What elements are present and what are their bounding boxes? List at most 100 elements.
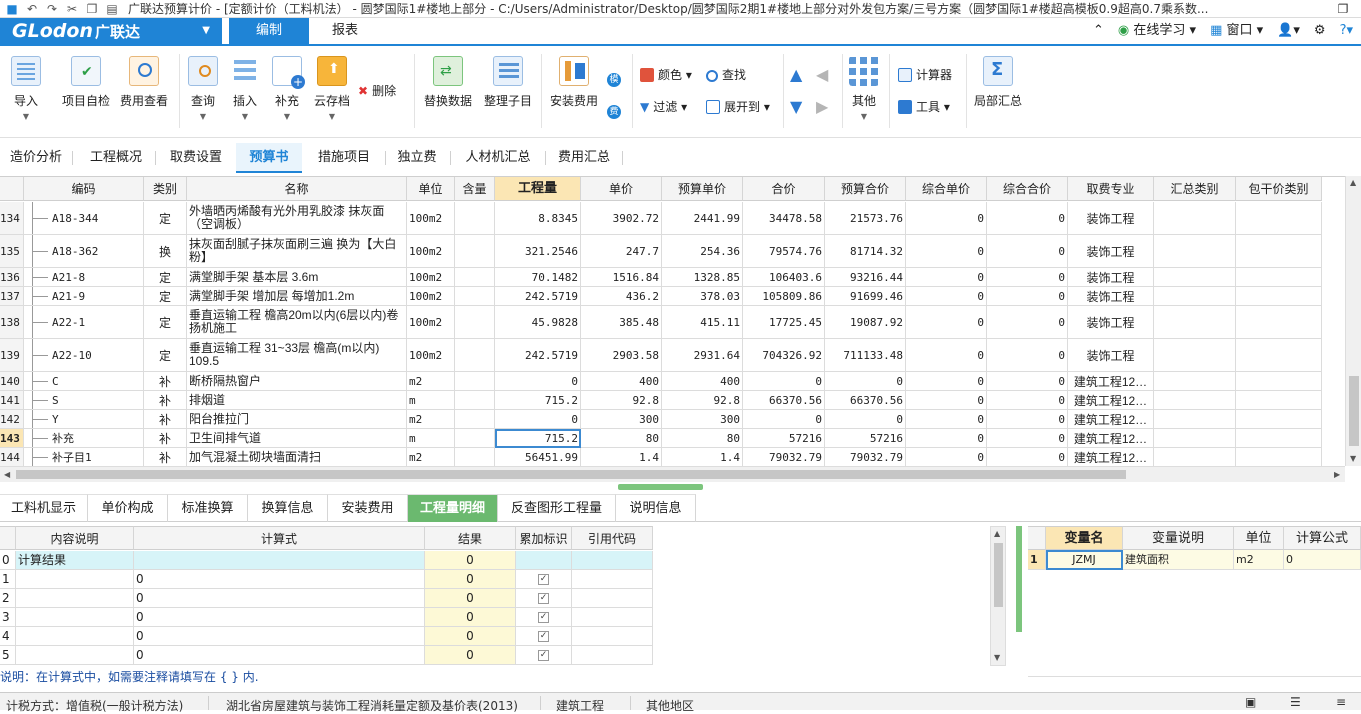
cell-comp-unit-price[interactable]: 0 <box>906 410 987 429</box>
cell-fee-discipline[interactable]: 建筑工程12… <box>1068 372 1154 391</box>
cell-content[interactable] <box>455 429 495 448</box>
cell-quantity[interactable]: 8.8345 <box>495 202 581 235</box>
filter-button[interactable]: ▼ 过滤 ▾ <box>640 98 687 116</box>
query-button[interactable]: 查询 ▼ <box>184 56 222 121</box>
grid-header-comp-total[interactable]: 综合合价 <box>987 177 1068 201</box>
tools-button[interactable]: 工具 ▾ <box>898 98 950 116</box>
cloud-archive-button[interactable]: ⬆ 云存档 ▼ <box>310 56 354 121</box>
cell-budget-unit-price[interactable]: 254.36 <box>662 235 743 268</box>
cell-code[interactable]: S <box>24 391 144 410</box>
detail-cell-result[interactable]: 0 <box>425 551 516 570</box>
cell-total[interactable]: 79032.79 <box>743 448 825 466</box>
cell-budget-unit-price[interactable]: 378.03 <box>662 287 743 306</box>
cell-comp-unit-price[interactable]: 0 <box>906 372 987 391</box>
detail-cell-content-desc[interactable]: 计算结果 <box>16 551 134 570</box>
cell-budget-unit-price[interactable]: 1.4 <box>662 448 743 466</box>
cell-comp-unit-price[interactable]: 0 <box>906 202 987 235</box>
cell-unit[interactable]: 100m2 <box>407 306 455 339</box>
color-button[interactable]: 颜色 ▾ <box>640 66 692 84</box>
cell-name[interactable]: 外墙晒丙烯酸有光外用乳胶漆 抹灰面（空调板） <box>187 202 407 235</box>
detail-cell-ref-code[interactable] <box>572 589 653 608</box>
cell-unit-price[interactable]: 400 <box>581 372 662 391</box>
detail-cell-formula[interactable]: 0 <box>134 646 425 665</box>
scroll-thumb[interactable] <box>1349 376 1359 446</box>
cell-category[interactable]: 补 <box>144 429 187 448</box>
detail-header-formula[interactable]: 计算式 <box>134 526 425 550</box>
window-menu-button[interactable]: ▦ 窗口 ▾ <box>1210 18 1263 44</box>
cell-quantity[interactable]: 242.5719 <box>495 339 581 372</box>
cell-fee-discipline[interactable]: 装饰工程 <box>1068 202 1154 235</box>
cell-total[interactable]: 106403.6 <box>743 268 825 287</box>
restore-icon[interactable]: ❐ <box>1325 2 1361 16</box>
grid-header-fee-discipline[interactable]: 取费专业 <box>1068 177 1154 201</box>
cell-budget-total[interactable]: 91699.46 <box>825 287 906 306</box>
detail-cell-accumulate-flag[interactable]: ✓ <box>516 608 572 627</box>
scroll-down-icon[interactable]: ▼ <box>1350 454 1356 463</box>
cell-fee-discipline[interactable]: 装饰工程 <box>1068 268 1154 287</box>
tab-budget[interactable]: 预算书 <box>236 143 302 173</box>
scroll-up-icon[interactable]: ▲ <box>1350 178 1356 187</box>
cell-blank[interactable] <box>1236 448 1322 466</box>
cell-name[interactable]: 垂直运输工程 31~33层 檐高(m以内) 109.5 <box>187 339 407 372</box>
cell-comp-unit-price[interactable]: 0 <box>906 429 987 448</box>
cell-code[interactable]: A18-344 <box>24 202 144 235</box>
detail-cell-content-desc[interactable] <box>16 646 134 665</box>
cell-content[interactable] <box>455 287 495 306</box>
detail-header-content-desc[interactable]: 内容说明 <box>16 526 134 550</box>
cell-budget-unit-price[interactable]: 415.11 <box>662 306 743 339</box>
cell-content[interactable] <box>455 235 495 268</box>
cell-unit-price[interactable]: 385.48 <box>581 306 662 339</box>
cell-total[interactable]: 66370.56 <box>743 391 825 410</box>
tab-reverse-lookup[interactable]: 反查图形工程量 <box>498 494 616 522</box>
cell-category[interactable]: 定 <box>144 268 187 287</box>
grid-header-name[interactable]: 名称 <box>187 177 407 201</box>
cell-unit-price[interactable]: 92.8 <box>581 391 662 410</box>
cell-content[interactable] <box>455 410 495 429</box>
cell-code[interactable]: 补子目1 <box>24 448 144 466</box>
grid-header-category[interactable]: 类别 <box>144 177 187 201</box>
cell-fee-discipline[interactable]: 建筑工程12… <box>1068 448 1154 466</box>
vars-cell-var-desc[interactable]: 建筑面积 <box>1123 550 1234 570</box>
tab-labor-material-display[interactable]: 工料机显示 <box>0 494 88 522</box>
cell-unit[interactable]: m <box>407 391 455 410</box>
grid-header-quantity[interactable]: 工程量 <box>495 177 581 201</box>
cell-unit[interactable]: 100m2 <box>407 287 455 306</box>
scroll-thumb[interactable] <box>16 470 1126 479</box>
cell-total[interactable]: 79574.76 <box>743 235 825 268</box>
cell-blank[interactable] <box>1236 339 1322 372</box>
scroll-up-icon[interactable]: ▲ <box>994 529 1000 538</box>
vars-header-var-desc[interactable]: 变量说明 <box>1123 526 1234 550</box>
scroll-right-icon[interactable]: ▶ <box>1334 470 1340 479</box>
detail-cell-result[interactable]: 0 <box>425 646 516 665</box>
cell-comp-total[interactable]: 0 <box>987 391 1068 410</box>
cell-category[interactable]: 定 <box>144 306 187 339</box>
tab-description-info[interactable]: 说明信息 <box>616 494 696 522</box>
cell-unit-price[interactable]: 3902.72 <box>581 202 662 235</box>
cell-unit[interactable]: 100m2 <box>407 202 455 235</box>
detail-cell-result[interactable]: 0 <box>425 627 516 646</box>
cell-blank[interactable] <box>1236 372 1322 391</box>
cell-unit-price[interactable]: 2903.58 <box>581 339 662 372</box>
cell-unit[interactable]: m <box>407 429 455 448</box>
menu-tab-edit[interactable]: 编制 <box>229 18 309 44</box>
cell-name[interactable]: 卫生间排气道 <box>187 429 407 448</box>
cell-total[interactable]: 704326.92 <box>743 339 825 372</box>
move-down-icon[interactable]: ▼ <box>790 98 802 116</box>
detail-cell-accumulate-flag[interactable]: ✓ <box>516 589 572 608</box>
cell-code[interactable]: 补充 <box>24 429 144 448</box>
detail-cell-formula[interactable]: 0 <box>134 608 425 627</box>
cell-content[interactable] <box>455 448 495 466</box>
list-icon[interactable]: ☰ <box>1290 695 1301 709</box>
cell-fee-discipline[interactable]: 建筑工程12… <box>1068 410 1154 429</box>
user-icon[interactable]: 👤▾ <box>1277 18 1300 44</box>
cell-comp-total[interactable]: 0 <box>987 372 1068 391</box>
cell-content[interactable] <box>455 391 495 410</box>
scroll-down-icon[interactable]: ▼ <box>994 653 1000 662</box>
tab-overview[interactable]: 工程概况 <box>80 143 152 173</box>
cell-quantity[interactable]: 0 <box>495 372 581 391</box>
self-check-button[interactable]: ✔ 项目自检 <box>58 56 114 109</box>
cell-quantity[interactable]: 715.2 <box>495 391 581 410</box>
cell-code[interactable]: A22-10 <box>24 339 144 372</box>
cell-category[interactable]: 换 <box>144 235 187 268</box>
chevron-up-icon[interactable]: ⌃ <box>1093 18 1104 44</box>
